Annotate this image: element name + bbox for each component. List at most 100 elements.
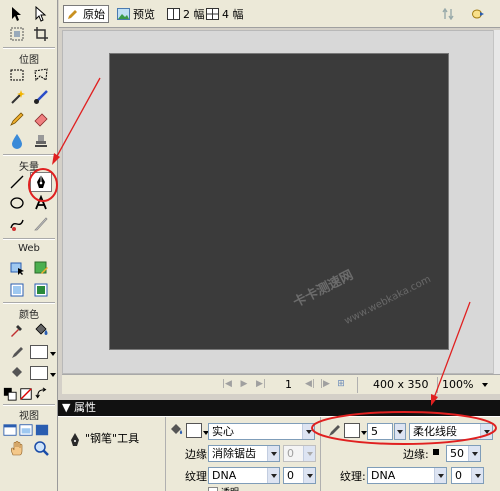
stroke-type-select[interactable]: 柔化线段 [409,423,493,440]
chevron-down-icon [303,446,315,461]
tab-preview[interactable]: 预览 [114,5,158,23]
tab-4-up[interactable]: 4 幅 [203,5,247,23]
subselect-tool-icon[interactable] [30,4,52,24]
tab-2-up[interactable]: 2 幅 [164,5,208,23]
pencil-tool-icon[interactable] [6,109,28,129]
section-divider [3,302,55,304]
canvas-size-readout[interactable]: 400 x 350 [373,378,429,391]
texture-amount-value: 0 [287,469,294,482]
text-tool-icon[interactable] [30,193,52,213]
tab-label: 预览 [133,8,155,21]
frame-number: 1 [285,378,292,391]
tab-original[interactable]: 原始 [63,5,109,23]
stroke-size-field[interactable]: 5 [367,423,393,440]
divider [437,377,438,393]
fullscreen-mode-icon[interactable] [35,420,49,440]
texture-amount-field[interactable]: 0 [283,467,316,484]
last-frame-icon[interactable]: ▶| [256,379,266,390]
stroke-size-dropdown[interactable] [394,423,406,440]
chevron-down-icon [395,424,405,439]
section-divider [3,47,55,49]
stroke-texture-select[interactable]: DNA [367,467,447,484]
slice-tool-icon[interactable] [30,258,52,278]
first-frame-icon[interactable]: |◀ [222,379,232,390]
next-frame-icon[interactable]: |▶ [320,379,330,390]
lasso-tool-icon[interactable] [30,65,52,85]
stroke-edge-value: 50 [450,447,464,460]
document-canvas[interactable] [109,53,449,350]
no-color-icon[interactable] [19,384,33,404]
hide-slices-icon[interactable] [6,280,28,300]
frame-options-icon[interactable]: ⊞ [336,379,346,390]
play-icon[interactable]: ▶ [239,379,249,390]
pen-tool-icon[interactable] [30,172,52,192]
paint-bucket-icon[interactable] [30,320,52,340]
stroke-texture-value: DNA [371,469,396,482]
tools-panel: 位图 矢量 Web 颜色 视图 [0,0,58,491]
zoom-tool-icon[interactable] [30,438,52,458]
stroke-edge-field[interactable]: 50 [446,445,481,462]
standard-screen-mode-icon[interactable] [3,420,17,440]
stroke-texture-amount-field[interactable]: 0 [451,467,484,484]
divider [320,417,321,491]
fill-color-swatch[interactable] [186,423,202,438]
chevron-down-icon[interactable] [50,352,56,356]
quick-export-button[interactable] [439,5,458,23]
properties-panel: "钢笔"工具 实心 边缘: 消除锯齿 0 纹理: DNA 0 透明 5 柔化线段 [58,416,500,491]
ellipse-tool-icon[interactable] [6,193,28,213]
transparent-label: 透明 [221,485,239,491]
marquee-tool-icon[interactable] [6,65,28,85]
freeform-tool-icon[interactable] [6,214,28,234]
scale-tool-icon[interactable] [6,24,28,44]
stroke-color-swatch[interactable] [30,345,48,359]
blur-tool-icon[interactable] [6,131,28,151]
chevron-down-icon [267,446,279,461]
zoom-level[interactable]: 100% [442,378,473,391]
chevron-down-icon [468,446,480,461]
chevron-down-icon[interactable] [50,373,56,377]
magic-wand-icon[interactable] [6,87,28,107]
swap-colors-icon[interactable] [35,384,49,404]
edge-amount-field[interactable]: 0 [283,445,316,462]
pencil-icon [68,10,77,19]
edge-dot-icon [433,449,439,455]
vertical-scrollbar[interactable] [493,30,500,374]
preview-in-browser-button[interactable] [469,5,488,23]
fullscreen-menu-mode-icon[interactable] [19,420,33,440]
fill-color-swatch[interactable] [30,366,48,380]
knife-tool-icon[interactable] [30,214,52,234]
chevron-down-icon[interactable] [482,383,488,387]
show-slices-icon[interactable] [30,280,52,300]
chevron-down-icon [302,424,314,439]
canvas-workspace [62,30,494,374]
stroke-size-value: 5 [371,425,378,438]
fill-type-value: 实心 [212,425,234,438]
crop-tool-icon[interactable] [30,24,52,44]
properties-panel-header[interactable]: ▼ 属性 [58,400,500,416]
chevron-down-icon [480,424,492,439]
texture-select[interactable]: DNA [208,467,280,484]
transparent-checkbox[interactable] [208,487,218,491]
pointer-tool-icon[interactable] [6,4,28,24]
stroke-color-swatch[interactable] [344,423,360,438]
previous-frame-icon[interactable]: ◀| [305,379,315,390]
web-section-title: Web [18,243,40,254]
stroke-type-value: 柔化线段 [413,425,457,438]
document-view-bar: 原始 预览 2 幅 4 幅 [59,0,500,28]
divider [165,417,166,491]
chevron-down-icon [434,468,446,483]
rubber-stamp-icon[interactable] [30,131,52,151]
default-colors-icon[interactable] [3,384,17,404]
edge-select[interactable]: 消除锯齿 [208,445,280,462]
line-tool-icon[interactable] [6,172,28,192]
fill-color-icon [6,363,28,383]
eyedropper-tool-icon[interactable] [6,320,28,340]
eraser-tool-icon[interactable] [30,109,52,129]
chevron-down-icon [267,468,279,483]
hand-tool-icon[interactable] [6,438,28,458]
hotspot-tool-icon[interactable] [6,258,28,278]
edge-value: 消除锯齿 [212,447,256,460]
fill-type-select[interactable]: 实心 [208,423,315,440]
section-divider [3,154,55,156]
brush-tool-icon[interactable] [30,87,52,107]
